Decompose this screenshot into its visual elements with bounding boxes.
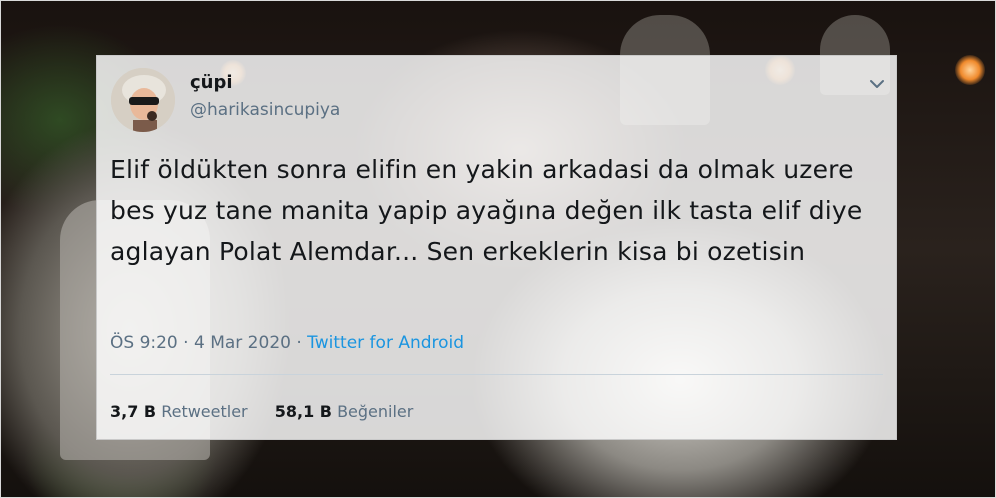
likes-stat[interactable]: 58,1 B Beğeniler (275, 402, 414, 421)
divider (110, 374, 883, 375)
tweet-metadata: ÖS 9:20 · 4 Mar 2020 · Twitter for Andro… (110, 333, 464, 353)
avatar-image (111, 68, 175, 132)
meta-separator: · (296, 333, 302, 353)
tweet-card[interactable]: çüpi @harikasincupiya Elif öldükten sonr… (96, 55, 897, 440)
like-count: 58,1 B (274, 402, 332, 421)
retweets-stat[interactable]: 3,7 B Retweetler (110, 402, 248, 421)
tweet-source-link[interactable]: Twitter for Android (307, 333, 464, 353)
tweet-text: Elif öldükten sonra elifin en yakin arka… (110, 155, 863, 266)
chevron-down-icon[interactable] (867, 74, 887, 94)
avatar[interactable] (111, 68, 175, 132)
retweet-label: Retweetler (161, 402, 248, 421)
engagement-stats: 3,7 B Retweetler 58,1 B Beğeniler (110, 402, 435, 421)
display-name[interactable]: çüpi (190, 72, 233, 93)
like-label: Beğeniler (337, 402, 414, 421)
tweet-time[interactable]: ÖS 9:20 (110, 333, 178, 353)
retweet-count: 3,7 B (110, 402, 157, 421)
user-handle[interactable]: @harikasincupiya (190, 100, 340, 120)
meta-separator: · (183, 333, 189, 353)
tweet-date[interactable]: 4 Mar 2020 (194, 333, 291, 353)
